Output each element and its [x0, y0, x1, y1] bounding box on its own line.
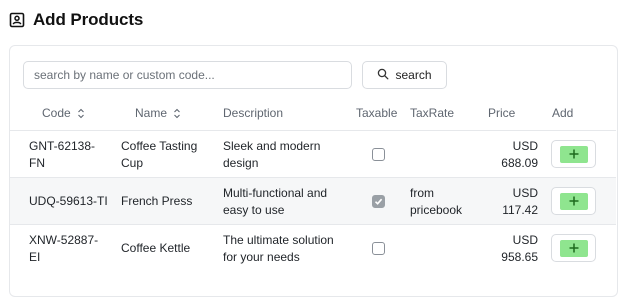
product-name: Coffee Kettle	[121, 241, 191, 255]
taxable-checkbox[interactable]	[372, 195, 385, 208]
page-header: Add Products	[9, 10, 143, 30]
product-code: XNW-52887- EI	[29, 233, 99, 264]
page-title: Add Products	[33, 10, 144, 29]
product-description: Sleek and modern design	[223, 139, 321, 170]
column-header-taxable: Taxable	[356, 106, 398, 120]
plus-icon	[559, 192, 588, 210]
table-row: GNT-62138- FN Coffee Tasting Cup Sleek a…	[10, 130, 616, 178]
product-price: USD 688.09	[501, 139, 538, 170]
column-header-taxrate: TaxRate	[410, 106, 455, 120]
product-name: Coffee Tasting Cup	[121, 139, 198, 170]
sort-icon[interactable]	[173, 108, 181, 119]
table-row: XNW-52887- EI Coffee Kettle The ultimate…	[10, 224, 616, 272]
search-button[interactable]: search	[362, 61, 447, 89]
column-header-price: Price	[488, 106, 516, 120]
product-name: French Press	[121, 194, 193, 208]
plus-icon	[559, 145, 588, 163]
add-product-button[interactable]	[551, 234, 596, 262]
column-header-add: Add	[552, 106, 574, 120]
product-taxrate: from pricebook	[410, 186, 463, 217]
search-icon	[377, 68, 389, 83]
plus-icon	[559, 239, 588, 257]
taxable-checkbox[interactable]	[372, 148, 385, 161]
add-product-button[interactable]	[551, 187, 596, 215]
column-header-description: Description	[223, 106, 284, 120]
contact-card-icon	[9, 12, 25, 28]
taxable-checkbox[interactable]	[372, 242, 385, 255]
product-price: USD 958.65	[501, 233, 538, 264]
product-price: USD 117.42	[502, 186, 538, 217]
table-row: UDQ-59613-TI French Press Multi-function…	[10, 177, 616, 225]
column-header-name[interactable]: Name	[135, 106, 181, 120]
checkmark-icon	[374, 198, 383, 205]
sort-icon[interactable]	[77, 108, 85, 119]
column-header-code[interactable]: Code	[42, 106, 85, 120]
product-description: The ultimate solution for your needs	[223, 233, 334, 264]
search-input[interactable]	[23, 61, 352, 89]
add-product-button[interactable]	[551, 140, 596, 168]
product-code: GNT-62138- FN	[29, 139, 96, 170]
search-button-label: search	[395, 68, 432, 82]
product-code: UDQ-59613-TI	[29, 194, 108, 208]
product-description: Multi-functional and easy to use	[223, 186, 328, 217]
